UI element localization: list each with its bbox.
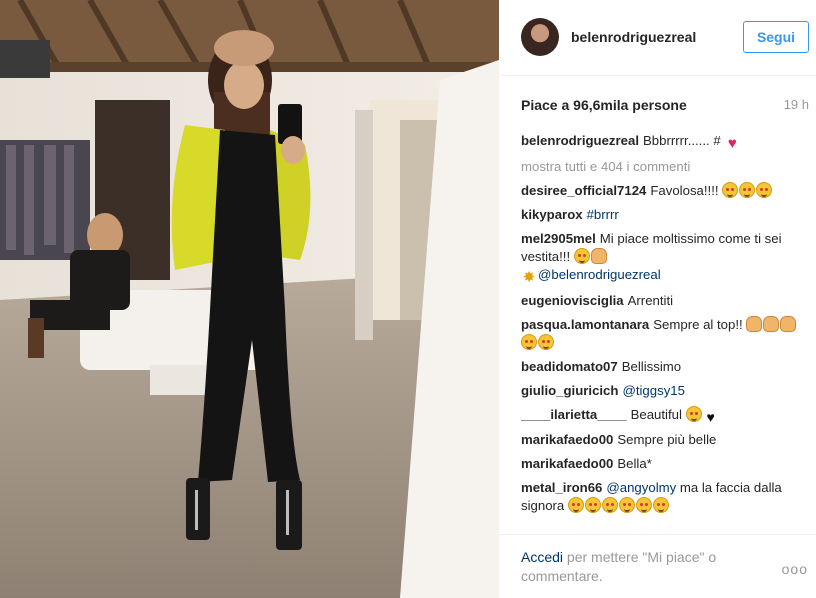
clap-icon — [763, 316, 780, 332]
post-footer: Accedi per mettere "Mi piace" o commenta… — [499, 534, 816, 598]
comment-username[interactable]: ____ilarietta____ — [521, 407, 627, 422]
follow-button[interactable]: Segui — [743, 21, 809, 53]
comment-text: Arrentiti — [627, 293, 674, 308]
comment-mention-line: ✸ @belenrodriguezreal — [521, 266, 811, 286]
comment-username[interactable]: belenrodriguezreal — [521, 133, 639, 148]
comment-tag-link[interactable]: @angyolmy — [606, 480, 676, 495]
smile-face-icon — [618, 497, 635, 513]
thumbs-up-icon — [590, 248, 607, 264]
comments-list: belenrodriguezreal Bbbrrrrr...... # ♥ most… — [521, 132, 811, 530]
smile-face-icon — [685, 406, 702, 422]
comment-username[interactable]: marikafaedo00 — [521, 432, 613, 447]
comment-text: Sempre più belle — [617, 432, 717, 447]
comment-item: mel2905mel Mi piace moltissimo come ti se… — [521, 230, 811, 286]
comment-text: Favolosa!!!! — [650, 183, 719, 198]
post-time[interactable]: 19 h — [784, 97, 809, 112]
comment-username[interactable]: pasqua.lamontanara — [521, 317, 649, 332]
smile-face-icon — [601, 497, 618, 513]
comment-username[interactable]: giulio_giuricich — [521, 383, 618, 398]
post-header: belenrodriguezreal Segui — [499, 0, 816, 76]
comment-username[interactable]: beadidomato07 — [521, 359, 618, 374]
comment-item: pasqua.lamontanara Sempre al top!! — [521, 316, 811, 352]
heart-eyes-face-icon — [756, 182, 773, 198]
comment-username[interactable]: eugeniovisciglia — [521, 293, 624, 308]
comment-item: marikafaedo00 Bella* — [521, 455, 811, 473]
comment-item: desiree_official7124 Favolosa!!!! — [521, 182, 811, 200]
comment-mention-link[interactable]: @belenrodriguezreal — [538, 267, 661, 282]
comment-text: Bellissimo — [621, 359, 682, 374]
smile-face-icon — [538, 334, 554, 350]
avatar[interactable] — [521, 18, 559, 56]
smile-face-icon — [584, 497, 601, 513]
comment-item: marikafaedo00 Sempre più belle — [521, 431, 811, 449]
smile-face-icon — [567, 497, 584, 513]
heart-eyes-face-icon — [739, 182, 756, 198]
comment-text: Sempre al top!! — [653, 317, 743, 332]
login-link[interactable]: Accedi — [521, 549, 563, 565]
post-photo[interactable] — [0, 0, 499, 598]
black-heart-icon: ♥ — [706, 409, 715, 425]
comment-text: Beautiful — [630, 407, 682, 422]
comment-item: beadidomato07 Bellissimo — [521, 358, 811, 376]
comment-item: kikyparox #brrrr — [521, 206, 811, 224]
smile-face-icon — [652, 497, 669, 513]
comment-username[interactable]: mel2905mel — [521, 231, 596, 246]
comment-tag-link[interactable]: @tiggsy15 — [622, 383, 685, 398]
comment-username[interactable]: marikafaedo00 — [521, 456, 613, 471]
likes-row: Piace a 96,6mila persone 19 h — [521, 97, 809, 115]
comment-username[interactable]: metal_iron66 — [521, 480, 602, 495]
author-username[interactable]: belenrodriguezreal — [571, 29, 696, 45]
comment-item: belenrodriguezreal Bbbrrrrr...... # ♥ — [521, 132, 811, 152]
sparkle-icon: ✸ — [522, 269, 536, 286]
heart-eyes-face-icon — [722, 182, 739, 198]
heart-icon: ♥ — [727, 135, 737, 152]
more-options-button[interactable]: ooo — [782, 561, 808, 577]
smile-face-icon — [521, 334, 537, 350]
clap-icon — [780, 316, 797, 332]
grin-face-icon — [573, 248, 590, 264]
comment-text: Bella* — [617, 456, 652, 471]
login-prompt: Accedi per mettere "Mi piace" o commenta… — [521, 548, 761, 586]
comment-item: ____ilarietta____ Beautiful ♥ — [521, 406, 811, 425]
comment-item: eugeniovisciglia Arrentiti — [521, 292, 811, 310]
comment-item: metal_iron66 @angyolmy ma la faccia dalla… — [521, 479, 811, 515]
comment-text: Bbbrrrrr...... # — [643, 133, 721, 148]
comment-tag-link[interactable]: #brrrr — [587, 207, 619, 222]
show-all-comments-link[interactable]: mostra tutti e 404 i commenti — [521, 158, 811, 176]
comment-username[interactable]: kikyparox — [521, 207, 583, 222]
likes-count[interactable]: Piace a 96,6mila persone — [521, 97, 687, 113]
smile-face-icon — [635, 497, 652, 513]
comment-item: giulio_giuricich @tiggsy15 — [521, 382, 811, 400]
thumbs-up-icon — [746, 316, 763, 332]
mirror-selfie-image — [0, 0, 499, 598]
post-side-panel: belenrodriguezreal Segui Piace a 96,6mil… — [499, 0, 816, 598]
comment-username[interactable]: desiree_official7124 — [521, 183, 646, 198]
